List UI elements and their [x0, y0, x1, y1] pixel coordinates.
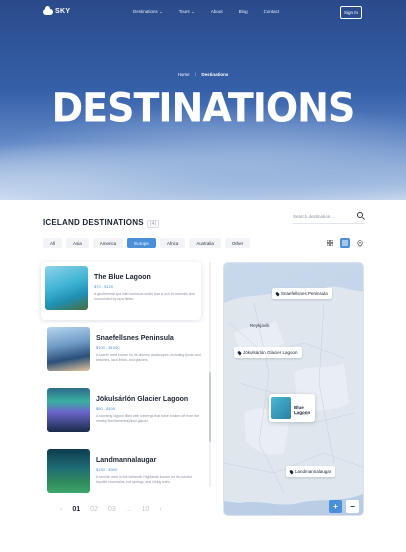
search-placeholder: Search destination...	[293, 214, 335, 219]
tab-australia[interactable]: Australia	[189, 238, 221, 248]
breadcrumb-home[interactable]: Home	[178, 72, 190, 77]
destination-thumbnail	[45, 266, 88, 310]
list-scrollbar[interactable]	[209, 262, 211, 487]
map-popup-thumbnail	[271, 397, 291, 419]
destination-description: A scenic area known for its diverse land…	[96, 353, 201, 362]
scrollbar-thumb[interactable]	[209, 372, 211, 442]
page-3[interactable]: 03	[108, 506, 116, 513]
nav-link-about[interactable]: About	[211, 9, 223, 15]
breadcrumb-separator: /	[194, 72, 197, 77]
page-ellipsis: ...	[125, 506, 132, 513]
destination-price: $100 - $1000	[96, 345, 120, 350]
destination-description: A geothermal spa with luminous water tha…	[94, 292, 195, 301]
search-icon[interactable]	[357, 212, 363, 218]
map-pin-label: Jökulsárlón Glacier Lagoon	[243, 350, 298, 355]
logo-text: SKY	[55, 8, 71, 15]
tab-other[interactable]: Other	[224, 238, 251, 248]
destination-count-badge: (4)	[146, 220, 160, 228]
destination-card[interactable]: Landmannalaugar $150 - $300 A remote are…	[43, 445, 201, 503]
sign-in-button[interactable]: Sign In	[340, 6, 362, 19]
pagination: ‹ 01 02 03 ... 10 ›	[60, 506, 162, 513]
destination-thumbnail	[47, 388, 90, 432]
map-popup-price: $70 - $120	[294, 412, 309, 416]
page-10[interactable]: 10	[142, 506, 150, 513]
destination-name: Landmannalaugar	[96, 457, 157, 464]
destination-info: The Blue Lagoon $70 - $120 A geothermal …	[94, 274, 199, 302]
view-toggle	[325, 238, 365, 248]
destination-card[interactable]: The Blue Lagoon $70 - $120 A geothermal …	[41, 262, 201, 320]
map-popup-card[interactable]: Blue Lagoon $70 - $120	[269, 394, 315, 422]
map-city-label: Reykjavík	[250, 323, 270, 328]
breadcrumb-current: Destinations	[201, 72, 229, 77]
tab-asia[interactable]: Asia	[66, 238, 89, 248]
grid-view-icon[interactable]	[325, 238, 335, 248]
tab-america[interactable]: America	[92, 238, 124, 248]
map-pin-jokulsarlon[interactable]: Jökulsárlón Glacier Lagoon	[234, 347, 302, 358]
next-page-button[interactable]: ›	[159, 506, 161, 513]
nav-link-blog[interactable]: Blog	[239, 9, 248, 15]
zoom-in-button[interactable]: +	[329, 500, 342, 513]
map-pin-icon	[289, 469, 294, 474]
top-nav: SKY Destinations ⌄ Tours ⌄ About Blog Co…	[0, 0, 406, 26]
zoom-out-button[interactable]: −	[346, 500, 359, 513]
page-2[interactable]: 02	[90, 506, 98, 513]
hero-banner: SKY Destinations ⌄ Tours ⌄ About Blog Co…	[0, 0, 406, 200]
destination-info: Snaefellsnes Peninsula $100 - $1000 A sc…	[96, 335, 201, 363]
destination-name: The Blue Lagoon	[94, 274, 151, 281]
destination-card[interactable]: Jökulsárlón Glacier Lagoon $50 - $100 A …	[43, 384, 201, 442]
destination-thumbnail	[47, 327, 90, 371]
section-title: ICELAND DESTINATIONS (4)	[43, 218, 160, 228]
tab-europe[interactable]: Europe	[127, 238, 156, 248]
destination-thumbnail	[47, 449, 90, 493]
tab-all[interactable]: All	[43, 238, 63, 248]
map-pin-icon	[237, 350, 242, 355]
destination-info: Landmannalaugar $150 - $300 A remote are…	[96, 457, 201, 485]
nav-link-destinations[interactable]: Destinations ⌄	[133, 9, 163, 15]
map-pin-snaefellsnes[interactable]: Snaefellsnes Peninsula	[272, 288, 332, 299]
page-title: DESTINATIONS	[51, 84, 356, 132]
destination-card[interactable]: Snaefellsnes Peninsula $100 - $1000 A sc…	[43, 323, 201, 381]
nav-links: Destinations ⌄ Tours ⌄ About Blog Contac…	[133, 9, 279, 15]
destination-list: The Blue Lagoon $70 - $120 A geothermal …	[41, 262, 213, 503]
destination-price: $50 - $100	[96, 406, 116, 411]
map-view-icon[interactable]	[355, 238, 365, 248]
cloud-icon	[43, 5, 53, 15]
page-1[interactable]: 01	[72, 506, 80, 513]
map-pin-label: Landmannalaugar	[295, 469, 332, 474]
logo[interactable]: SKY	[43, 5, 71, 15]
map-pin-landmannalaugar[interactable]: Landmannalaugar	[286, 466, 336, 477]
destination-name: Snaefellsnes Peninsula	[96, 335, 174, 342]
region-tabs: All Asia America Europe Africa Australia…	[43, 238, 251, 248]
destination-info: Jökulsárlón Glacier Lagoon $50 - $100 A …	[96, 396, 201, 424]
list-view-icon[interactable]	[340, 238, 350, 248]
destination-name: Jökulsárlón Glacier Lagoon	[96, 396, 189, 403]
nav-link-tours[interactable]: Tours ⌄	[179, 9, 195, 15]
tab-africa[interactable]: Africa	[159, 238, 186, 248]
destination-price: $150 - $300	[96, 467, 118, 472]
nav-link-contact[interactable]: Contact	[264, 9, 280, 15]
map-pin-label: Snaefellsnes Peninsula	[281, 291, 328, 296]
map-terrain	[224, 286, 363, 505]
search-input[interactable]: Search destination...	[293, 210, 365, 224]
destination-description: A stunning lagoon filled with icebergs t…	[96, 414, 200, 423]
prev-page-button[interactable]: ‹	[60, 506, 62, 513]
destination-price: $70 - $120	[94, 284, 114, 289]
destination-map[interactable]: Snaefellsnes Peninsula Reykjavík Jökulsá…	[223, 262, 364, 516]
destination-description: A remote area in the Icelandic Highlands…	[96, 475, 192, 484]
map-pin-icon	[275, 291, 280, 296]
breadcrumb: Home / Destinations	[0, 72, 406, 77]
section-title-text: ICELAND DESTINATIONS	[43, 218, 144, 227]
